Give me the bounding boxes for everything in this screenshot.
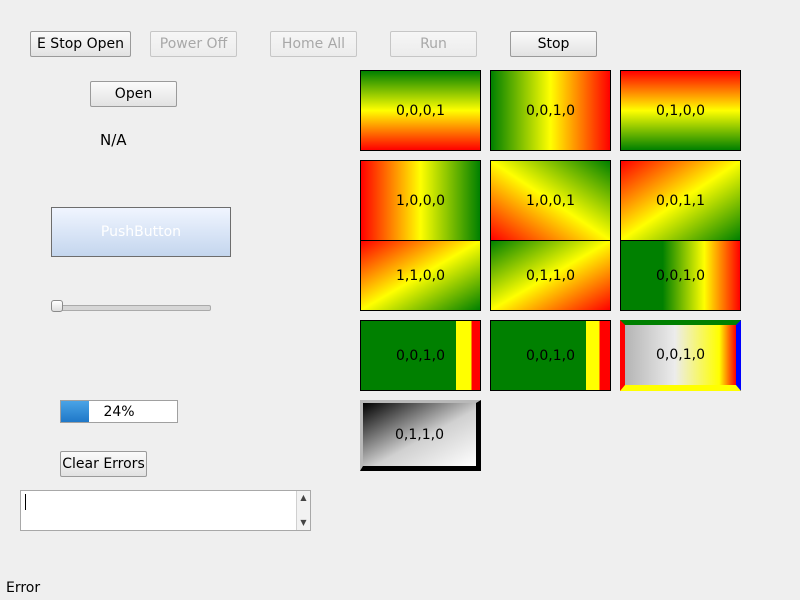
progress-bar: 24% (60, 400, 178, 423)
tile-label: 0,1,1,0 (526, 267, 575, 284)
estop-open-button[interactable]: E Stop Open (30, 31, 131, 57)
tile-label: 0,1,0,0 (656, 102, 705, 119)
tile-0010-horizontal-shifted: 0,0,1,0 (620, 240, 741, 311)
progress-text: 24% (103, 403, 135, 420)
tile-1000-horizontal-reversed: 1,0,0,0 (360, 160, 481, 241)
tile-0110-diagonal: 0,1,1,0 (490, 240, 611, 311)
tile-label: 0,0,1,1 (656, 192, 705, 209)
tile-label: 1,0,0,0 (396, 192, 445, 209)
open-button[interactable]: Open (90, 81, 177, 107)
log-textarea[interactable]: ▲ ▼ (20, 490, 311, 531)
tile-1100-diagonal: 1,1,0,0 (360, 240, 481, 311)
push-button[interactable]: PushButton (51, 207, 231, 257)
tile-0010-horizontal: 0,0,1,0 (490, 70, 611, 151)
triangle-up-icon[interactable]: ▲ (297, 492, 310, 504)
power-off-button[interactable]: Power Off (150, 31, 237, 57)
triangle-down-icon[interactable]: ▼ (297, 517, 310, 529)
tile-label: 1,1,0,0 (396, 267, 445, 284)
slider-track[interactable] (52, 305, 211, 311)
tile-0100-vertical-reversed: 0,1,0,0 (620, 70, 741, 151)
tile-0110-gray-3d: 0,1,1,0 (360, 400, 481, 471)
tile-label: 0,0,1,0 (656, 347, 705, 363)
text-caret (25, 494, 26, 510)
clear-errors-button[interactable]: Clear Errors (60, 451, 147, 477)
log-scrollbar[interactable]: ▲ ▼ (296, 491, 310, 530)
tile-label: 0,0,1,0 (526, 347, 575, 364)
tile-label: 0,0,1,0 (396, 347, 445, 364)
tile-label: 1,0,0,1 (526, 192, 575, 209)
status-label: N/A (100, 131, 127, 149)
tile-0010-framed: 0,0,1,0 (620, 320, 741, 391)
run-button[interactable]: Run (390, 31, 477, 57)
tile-label: 0,0,0,1 (396, 102, 445, 119)
status-bar-text: Error (6, 580, 41, 596)
tile-0001-vertical: 0,0,0,1 (360, 70, 481, 151)
stop-button[interactable]: Stop (510, 31, 597, 57)
tile-label: 0,0,1,0 (656, 267, 705, 284)
tile-0010-green-bars-narrow: 0,0,1,0 (490, 320, 611, 391)
tile-label: 0,0,1,0 (526, 102, 575, 119)
home-all-button[interactable]: Home All (270, 31, 357, 57)
tile-1001-diagonal: 1,0,0,1 (490, 160, 611, 241)
slider-handle[interactable] (51, 300, 63, 312)
tile-0010-green-bars: 0,0,1,0 (360, 320, 481, 391)
tile-label: 0,1,1,0 (395, 426, 444, 443)
tile-0011-diagonal: 0,0,1,1 (620, 160, 741, 241)
